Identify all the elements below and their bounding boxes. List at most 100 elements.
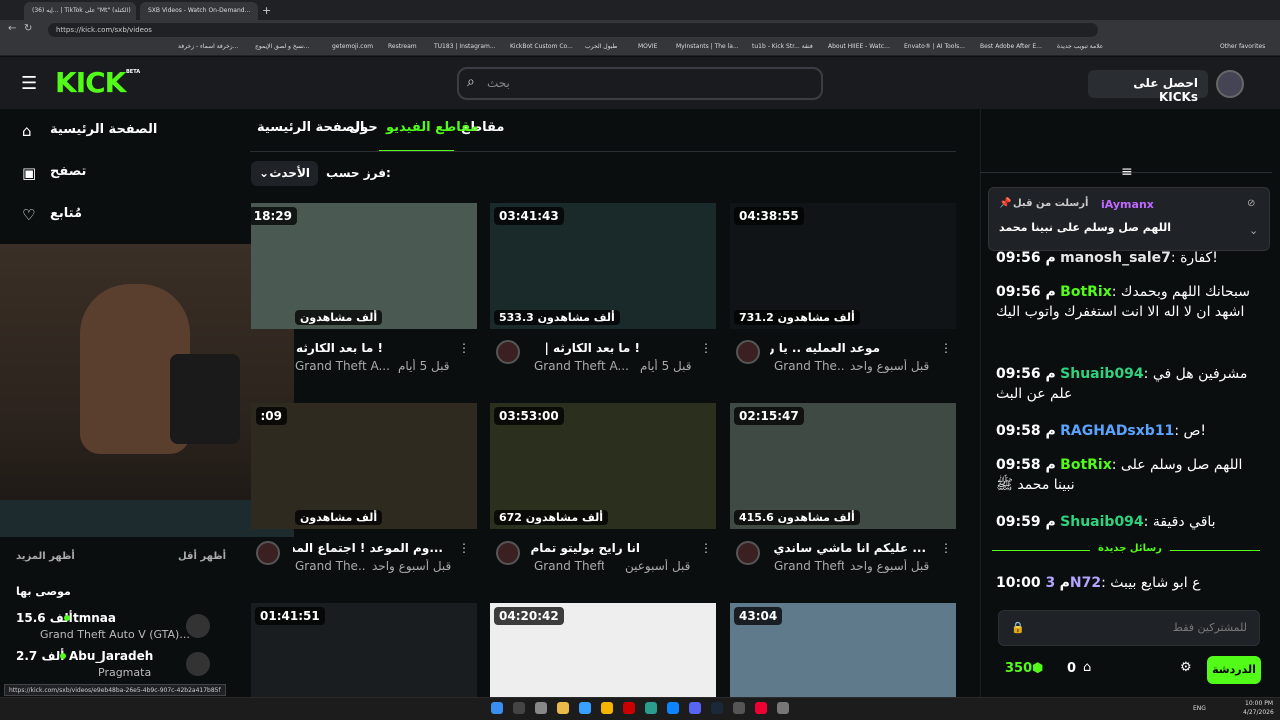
video-title[interactable]: ... عليكم انا ماشي ساندي الاالان: [770, 541, 926, 555]
bookmark[interactable]: MyInstants | The la...: [676, 43, 739, 50]
avatar[interactable]: [186, 652, 210, 676]
user-avatar[interactable]: [1216, 70, 1244, 98]
start-icon[interactable]: [491, 702, 503, 714]
channel-avatar[interactable]: [496, 541, 520, 565]
get-kicks-button[interactable]: احصل على KICKs: [1088, 70, 1208, 104]
menu-icon[interactable]: ☰: [21, 73, 37, 94]
show-less-link[interactable]: أظهر أقل: [178, 551, 226, 562]
more-options-icon[interactable]: ⋮: [940, 541, 952, 555]
show-more-link[interactable]: أظهر المزيد: [16, 551, 75, 562]
sidebar-item-home[interactable]: الصفحة الرئيسية: [50, 122, 157, 137]
kicks-count[interactable]: 0: [1067, 661, 1076, 676]
steam-icon[interactable]: [711, 702, 723, 714]
tab-home[interactable]: الصفحة الرئيسية: [257, 120, 364, 135]
video-thumbnail[interactable]: 02:15:47 415.6 ألف مشاهدون: [730, 403, 956, 529]
gear-icon[interactable]: ⚙: [1180, 660, 1192, 675]
video-title[interactable]: ! ما بعد الكارثه |: [293, 341, 383, 355]
message-user[interactable]: Shuaib094: [1060, 366, 1144, 382]
new-tab-icon[interactable]: +: [262, 4, 271, 17]
browser-tab-active[interactable]: SXB Videos - Watch On-Demand...: [140, 2, 258, 20]
bookmark[interactable]: About HIIEE - Watc...: [828, 43, 890, 50]
video-thumbnail[interactable]: 01:41:51: [251, 603, 477, 697]
bookmark[interactable]: Restream: [388, 43, 417, 50]
chat-input[interactable]: 🔒 للمشتركين فقط: [998, 610, 1260, 646]
chat-send-button[interactable]: الدردشة: [1207, 656, 1261, 684]
pinned-message[interactable]: 📌 أرسلت من قبل iAymanx اللهم صل وسلم على…: [988, 187, 1270, 251]
taskview-icon[interactable]: [535, 702, 547, 714]
message-user[interactable]: Shuaib094: [1060, 514, 1144, 530]
bookmark[interactable]: علامة تبويب جديدة: [1057, 43, 1103, 50]
video-thumbnail[interactable]: 03:41:43 533.3 ألف مشاهدون: [490, 203, 716, 329]
sort-dropdown[interactable]: ⌄ الأحدث: [251, 161, 318, 186]
browser-tab[interactable]: (36) إيه... | TikTok على "Mt" (الكتلة): [24, 2, 136, 20]
video-thumbnail[interactable]: :09 ألف مشاهدون: [251, 403, 477, 529]
hide-icon[interactable]: ⊘: [1247, 198, 1255, 209]
message-user[interactable]: BotRix: [1060, 284, 1112, 300]
tab-videos[interactable]: مقاطع الفيديو: [386, 120, 478, 135]
video-game[interactable]: Grand The...: [774, 359, 844, 373]
more-options-icon[interactable]: ⋮: [940, 341, 952, 355]
more-options-icon[interactable]: ⋮: [458, 341, 470, 355]
bookmark[interactable]: KickBot Custom Co...: [510, 43, 573, 50]
video-title[interactable]: ! ما بعد الكارثه |: [530, 341, 640, 355]
more-options-icon[interactable]: ⋮: [458, 541, 470, 555]
video-game[interactable]: Grand Theft ...: [534, 559, 604, 573]
chevron-down-icon[interactable]: ⌄: [1249, 224, 1258, 237]
edge-icon[interactable]: [667, 702, 679, 714]
bookmark-folder[interactable]: Other favorites: [1220, 43, 1265, 50]
bookmark[interactable]: MOVIE: [638, 43, 657, 50]
back-icon[interactable]: ←: [8, 23, 16, 34]
message-user[interactable]: 3N72: [1045, 575, 1101, 591]
app-icon[interactable]: [733, 702, 745, 714]
video-title[interactable]: انا رايح بوليتو تمام ؟: [530, 541, 640, 555]
channel-avatar[interactable]: [496, 340, 520, 364]
more-options-icon[interactable]: ⋮: [700, 341, 712, 355]
search-box[interactable]: ⌕ بحث: [457, 67, 823, 100]
video-title[interactable]: ...وم الموعد ! اجتماع المدينه: [293, 541, 443, 555]
bookmark[interactable]: نسخ و لصق الإيموج...: [255, 43, 309, 50]
video-thumbnail[interactable]: 03:53:00 672 ألف مشاهدون: [490, 403, 716, 529]
bookmark[interactable]: tu1b - Kick Str... فنقة: [752, 43, 813, 50]
reload-icon[interactable]: ↻: [24, 23, 32, 34]
kick-logo[interactable]: KICK: [55, 66, 126, 99]
video-game[interactable]: Grand Theft ...: [774, 559, 844, 573]
bookmark[interactable]: Best Adobe After E...: [980, 43, 1042, 50]
channel-avatar[interactable]: [736, 541, 760, 565]
video-thumbnail[interactable]: 04:20:42: [490, 603, 716, 697]
message-user[interactable]: RAGHADsxb11: [1060, 423, 1174, 439]
app-icon[interactable]: [623, 702, 635, 714]
video-game[interactable]: Grand Theft A...: [534, 359, 630, 373]
message-user[interactable]: manosh_sale7: [1060, 250, 1171, 266]
video-title[interactable]: موعد العمليه .. يا رب: [770, 341, 880, 355]
filter-icon[interactable]: ≡: [1121, 164, 1133, 180]
channel-avatar[interactable]: [256, 541, 280, 565]
file-explorer-icon[interactable]: [557, 702, 569, 714]
video-thumbnail[interactable]: 43:04: [730, 603, 956, 697]
app-icon[interactable]: [645, 702, 657, 714]
app-icon[interactable]: [755, 702, 767, 714]
channel-avatar[interactable]: [736, 340, 760, 364]
video-thumbnail[interactable]: 18:29 ألف مشاهدون: [251, 203, 477, 329]
app-icon[interactable]: [579, 702, 591, 714]
language-indicator[interactable]: ENG: [1193, 705, 1206, 712]
points-count[interactable]: 350: [1005, 661, 1032, 676]
clock-time[interactable]: 10:00 PM: [1245, 700, 1273, 707]
more-options-icon[interactable]: ⋮: [700, 541, 712, 555]
search-icon[interactable]: [513, 702, 525, 714]
message-user[interactable]: BotRix: [1060, 457, 1112, 473]
sidebar-item-following[interactable]: مُتابع: [50, 206, 82, 221]
bookmark[interactable]: TU183 | Instagram...: [434, 43, 496, 50]
clock-date[interactable]: 4/27/2026: [1243, 709, 1274, 716]
discord-icon[interactable]: [689, 702, 701, 714]
bookmark[interactable]: طبول الحرب: [585, 43, 617, 50]
app-icon[interactable]: [601, 702, 613, 714]
store-icon[interactable]: ⌂: [1083, 660, 1091, 675]
bookmark[interactable]: getemoji.com: [332, 43, 373, 50]
bookmark[interactable]: Envato® | AI Tools...: [904, 43, 965, 50]
bookmark[interactable]: زخرفة اسماء - زخرفة...: [178, 43, 238, 50]
channel-name[interactable]: Abu_Jaradeh: [69, 649, 153, 663]
video-game[interactable]: Grand Theft A...: [295, 359, 391, 373]
channel-name[interactable]: tmnaa: [73, 611, 116, 625]
sidebar-item-browse[interactable]: تصفح: [50, 164, 86, 179]
video-game[interactable]: Grand The...: [295, 559, 365, 573]
